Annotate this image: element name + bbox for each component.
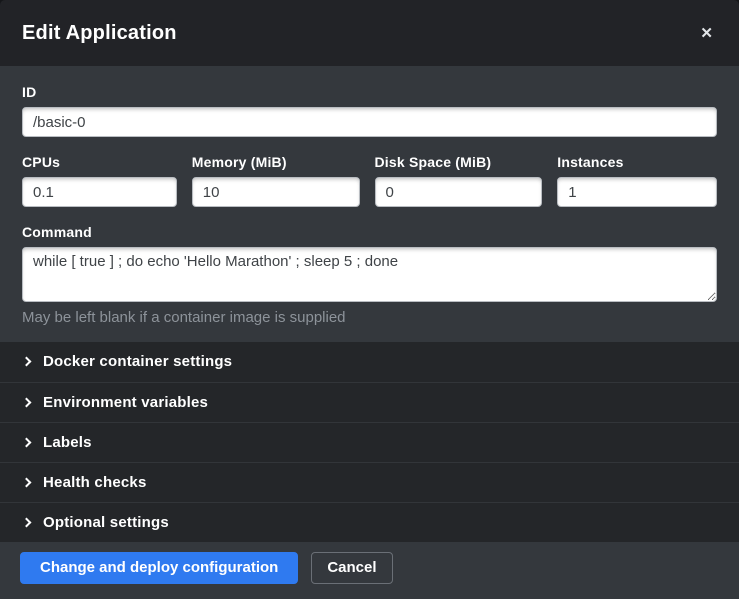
instances-label: Instances (557, 155, 717, 169)
command-field-group: Command while [ true ] ; do echo 'Hello … (22, 225, 717, 327)
chevron-right-icon (22, 357, 32, 367)
section-label: Labels (43, 434, 92, 451)
section-label: Health checks (43, 474, 146, 491)
instances-field-group: Instances (557, 155, 717, 207)
command-label: Command (22, 225, 717, 239)
id-field-group: ID (22, 85, 717, 137)
disk-field-group: Disk Space (MiB) (375, 155, 543, 207)
cpus-label: CPUs (22, 155, 177, 169)
instances-input[interactable] (557, 177, 717, 207)
chevron-right-icon (22, 437, 32, 447)
section-environment-variables[interactable]: Environment variables (0, 382, 739, 422)
memory-field-group: Memory (MiB) (192, 155, 360, 207)
memory-input[interactable] (192, 177, 360, 207)
disk-input[interactable] (375, 177, 543, 207)
disk-label: Disk Space (MiB) (375, 155, 543, 169)
collapsible-sections: Docker container settings Environment va… (0, 342, 739, 542)
id-input[interactable] (22, 107, 717, 137)
modal-title: Edit Application (22, 22, 177, 45)
modal-header: Edit Application ✕ (0, 0, 739, 66)
section-labels[interactable]: Labels (0, 422, 739, 462)
resources-row: CPUs Memory (MiB) Disk Space (MiB) Insta… (22, 155, 717, 207)
command-textarea[interactable]: while [ true ] ; do echo 'Hello Marathon… (22, 247, 717, 302)
section-label: Environment variables (43, 394, 208, 411)
section-docker-container-settings[interactable]: Docker container settings (0, 342, 739, 382)
chevron-right-icon (22, 477, 32, 487)
change-and-deploy-button[interactable]: Change and deploy configuration (20, 552, 298, 584)
chevron-right-icon (22, 397, 32, 407)
chevron-right-icon (22, 517, 32, 527)
memory-label: Memory (MiB) (192, 155, 360, 169)
edit-application-modal: Edit Application ✕ ID CPUs Memory (MiB) … (0, 0, 739, 599)
section-optional-settings[interactable]: Optional settings (0, 502, 739, 542)
modal-body: ID CPUs Memory (MiB) Disk Space (MiB) In… (0, 66, 739, 342)
id-label: ID (22, 85, 717, 99)
section-health-checks[interactable]: Health checks (0, 462, 739, 502)
section-label: Optional settings (43, 514, 169, 531)
section-label: Docker container settings (43, 353, 232, 370)
cancel-button[interactable]: Cancel (311, 552, 392, 584)
cpus-field-group: CPUs (22, 155, 177, 207)
modal-footer: Change and deploy configuration Cancel (0, 542, 739, 599)
command-helper-text: May be left blank if a container image i… (22, 310, 717, 327)
close-icon[interactable]: ✕ (696, 22, 717, 45)
cpus-input[interactable] (22, 177, 177, 207)
